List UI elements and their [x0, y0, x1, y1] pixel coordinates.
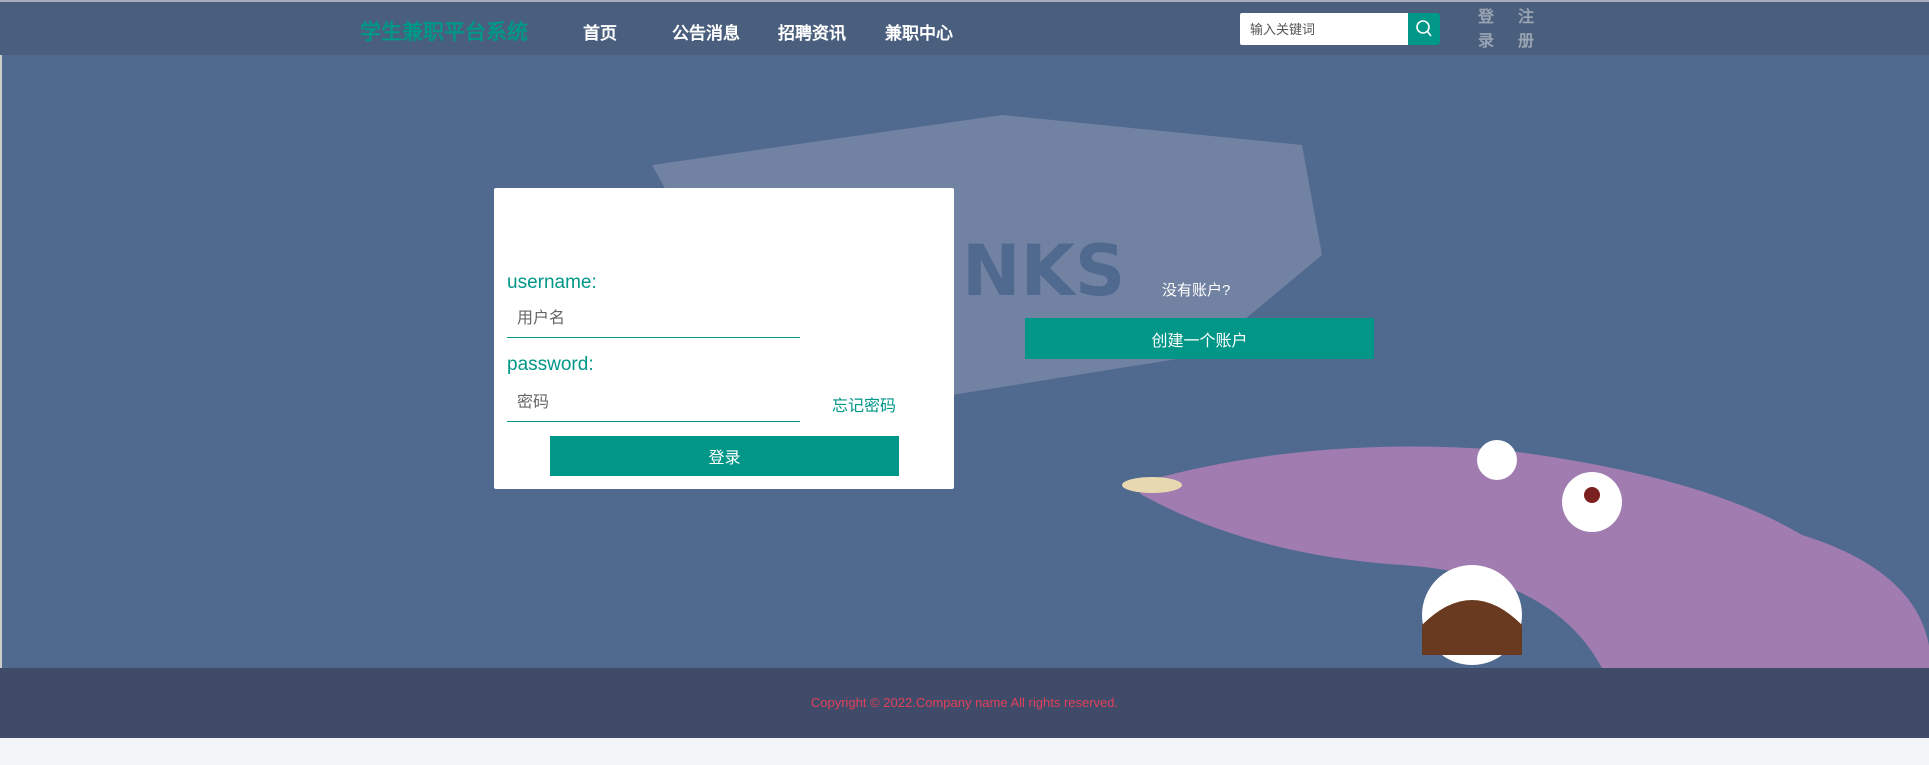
username-label: username:: [507, 272, 597, 293]
search-icon: [1416, 20, 1432, 37]
footer: Copyright © 2022.Company name All rights…: [0, 668, 1929, 738]
nav-parttime-center[interactable]: 兼职中心: [885, 19, 953, 44]
nav-recruitment[interactable]: 招聘资讯: [778, 19, 846, 44]
register-link[interactable]: 注册: [1518, 6, 1534, 54]
password-input[interactable]: [507, 384, 800, 422]
username-input[interactable]: [507, 300, 800, 338]
background-illustration: NKS: [652, 115, 1929, 668]
nav-announcements[interactable]: 公告消息: [672, 19, 740, 44]
login-link[interactable]: 登录: [1478, 6, 1494, 54]
register-link-char: 注: [1518, 9, 1535, 26]
search-button[interactable]: [1408, 13, 1440, 45]
search-input[interactable]: [1240, 13, 1408, 45]
login-button[interactable]: 登录: [550, 436, 899, 476]
login-link-char: 登: [1478, 9, 1495, 26]
site-title[interactable]: 学生兼职平台系统: [360, 16, 528, 46]
create-account-button[interactable]: 创建一个账户: [1025, 318, 1374, 359]
copyright-text: Copyright © 2022.Company name All rights…: [810, 695, 1119, 710]
password-label: password:: [507, 354, 594, 375]
forgot-password-link[interactable]: 忘记密码: [832, 392, 896, 416]
register-link-char: 册: [1518, 33, 1535, 50]
login-section: NKS username: password: 忘记密码 登录 没有账户? 创建…: [0, 55, 1929, 668]
login-card: username: password: 忘记密码 登录: [494, 188, 954, 489]
nav-home[interactable]: 首页: [583, 19, 617, 44]
top-navbar: 学生兼职平台系统 首页 公告消息 招聘资讯 兼职中心 登录 注册: [0, 0, 1929, 55]
no-account-text: 没有账户?: [1162, 282, 1231, 299]
svg-text:NKS: NKS: [962, 230, 1125, 312]
login-link-char: 录: [1478, 33, 1495, 50]
